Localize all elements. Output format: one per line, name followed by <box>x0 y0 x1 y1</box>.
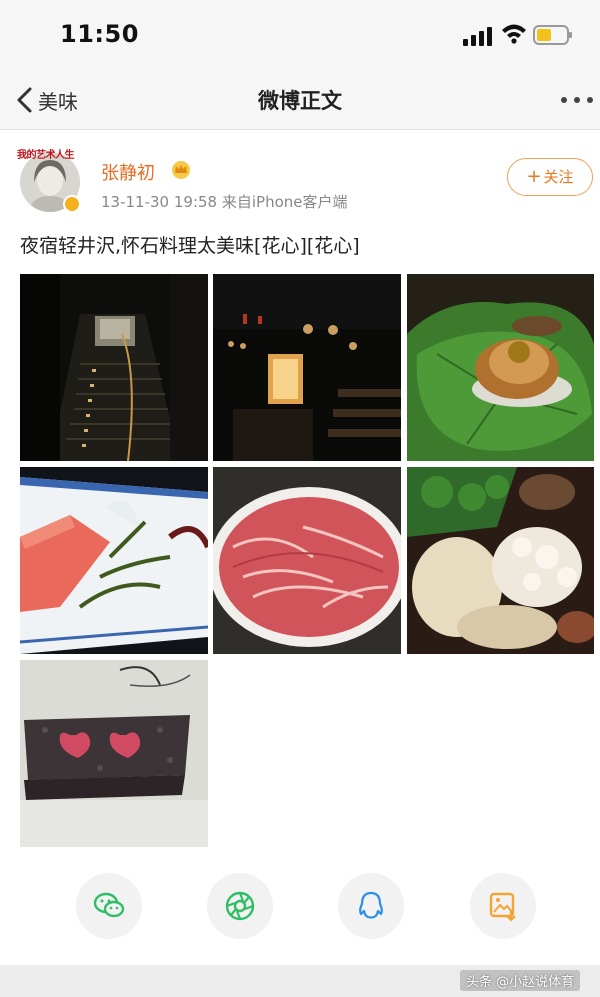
more-options-icon[interactable] <box>560 96 594 104</box>
post-photo-2[interactable] <box>213 274 401 461</box>
post-meta: 13-11-30 19:58 来自iPhone客户端 <box>101 193 348 211</box>
verified-badge-icon <box>63 195 81 213</box>
nav-bar: 美味 微博正文 <box>0 70 600 130</box>
save-image-button[interactable] <box>470 873 536 939</box>
battery-icon <box>533 25 572 45</box>
share-wechat-button[interactable] <box>76 873 142 939</box>
watermark: 头条 @小赵说体育 <box>460 970 581 991</box>
wifi-icon <box>502 24 526 44</box>
follow-label: 关注 <box>543 168 574 186</box>
post-photo-6[interactable] <box>407 467 594 654</box>
post-photo-3[interactable] <box>407 274 594 461</box>
moments-icon <box>225 891 255 921</box>
cellular-signal-icon <box>463 27 492 46</box>
save-image-icon <box>489 892 516 922</box>
share-moments-button[interactable] <box>207 873 273 939</box>
follow-button[interactable]: + 关注 <box>507 158 593 196</box>
post-photo-4[interactable] <box>20 467 208 654</box>
post-photo-5[interactable] <box>213 467 401 654</box>
share-qq-button[interactable] <box>338 873 404 939</box>
vip-crown-icon <box>172 161 190 179</box>
plus-icon: + <box>526 166 542 187</box>
post-text: 夜宿轻井沢,怀石料理太美味[花心][花心] <box>20 235 360 257</box>
status-bar: 11:50 <box>0 0 600 70</box>
post-photo-7[interactable] <box>20 660 208 847</box>
avatar-caption: 我的艺术人生 <box>17 150 75 161</box>
wechat-icon <box>93 892 125 918</box>
status-time: 11:50 <box>60 20 139 48</box>
username[interactable]: 张静初 <box>101 159 155 185</box>
post-photo-1[interactable] <box>20 274 208 461</box>
page-title: 微博正文 <box>258 89 342 113</box>
qq-icon <box>359 891 383 919</box>
